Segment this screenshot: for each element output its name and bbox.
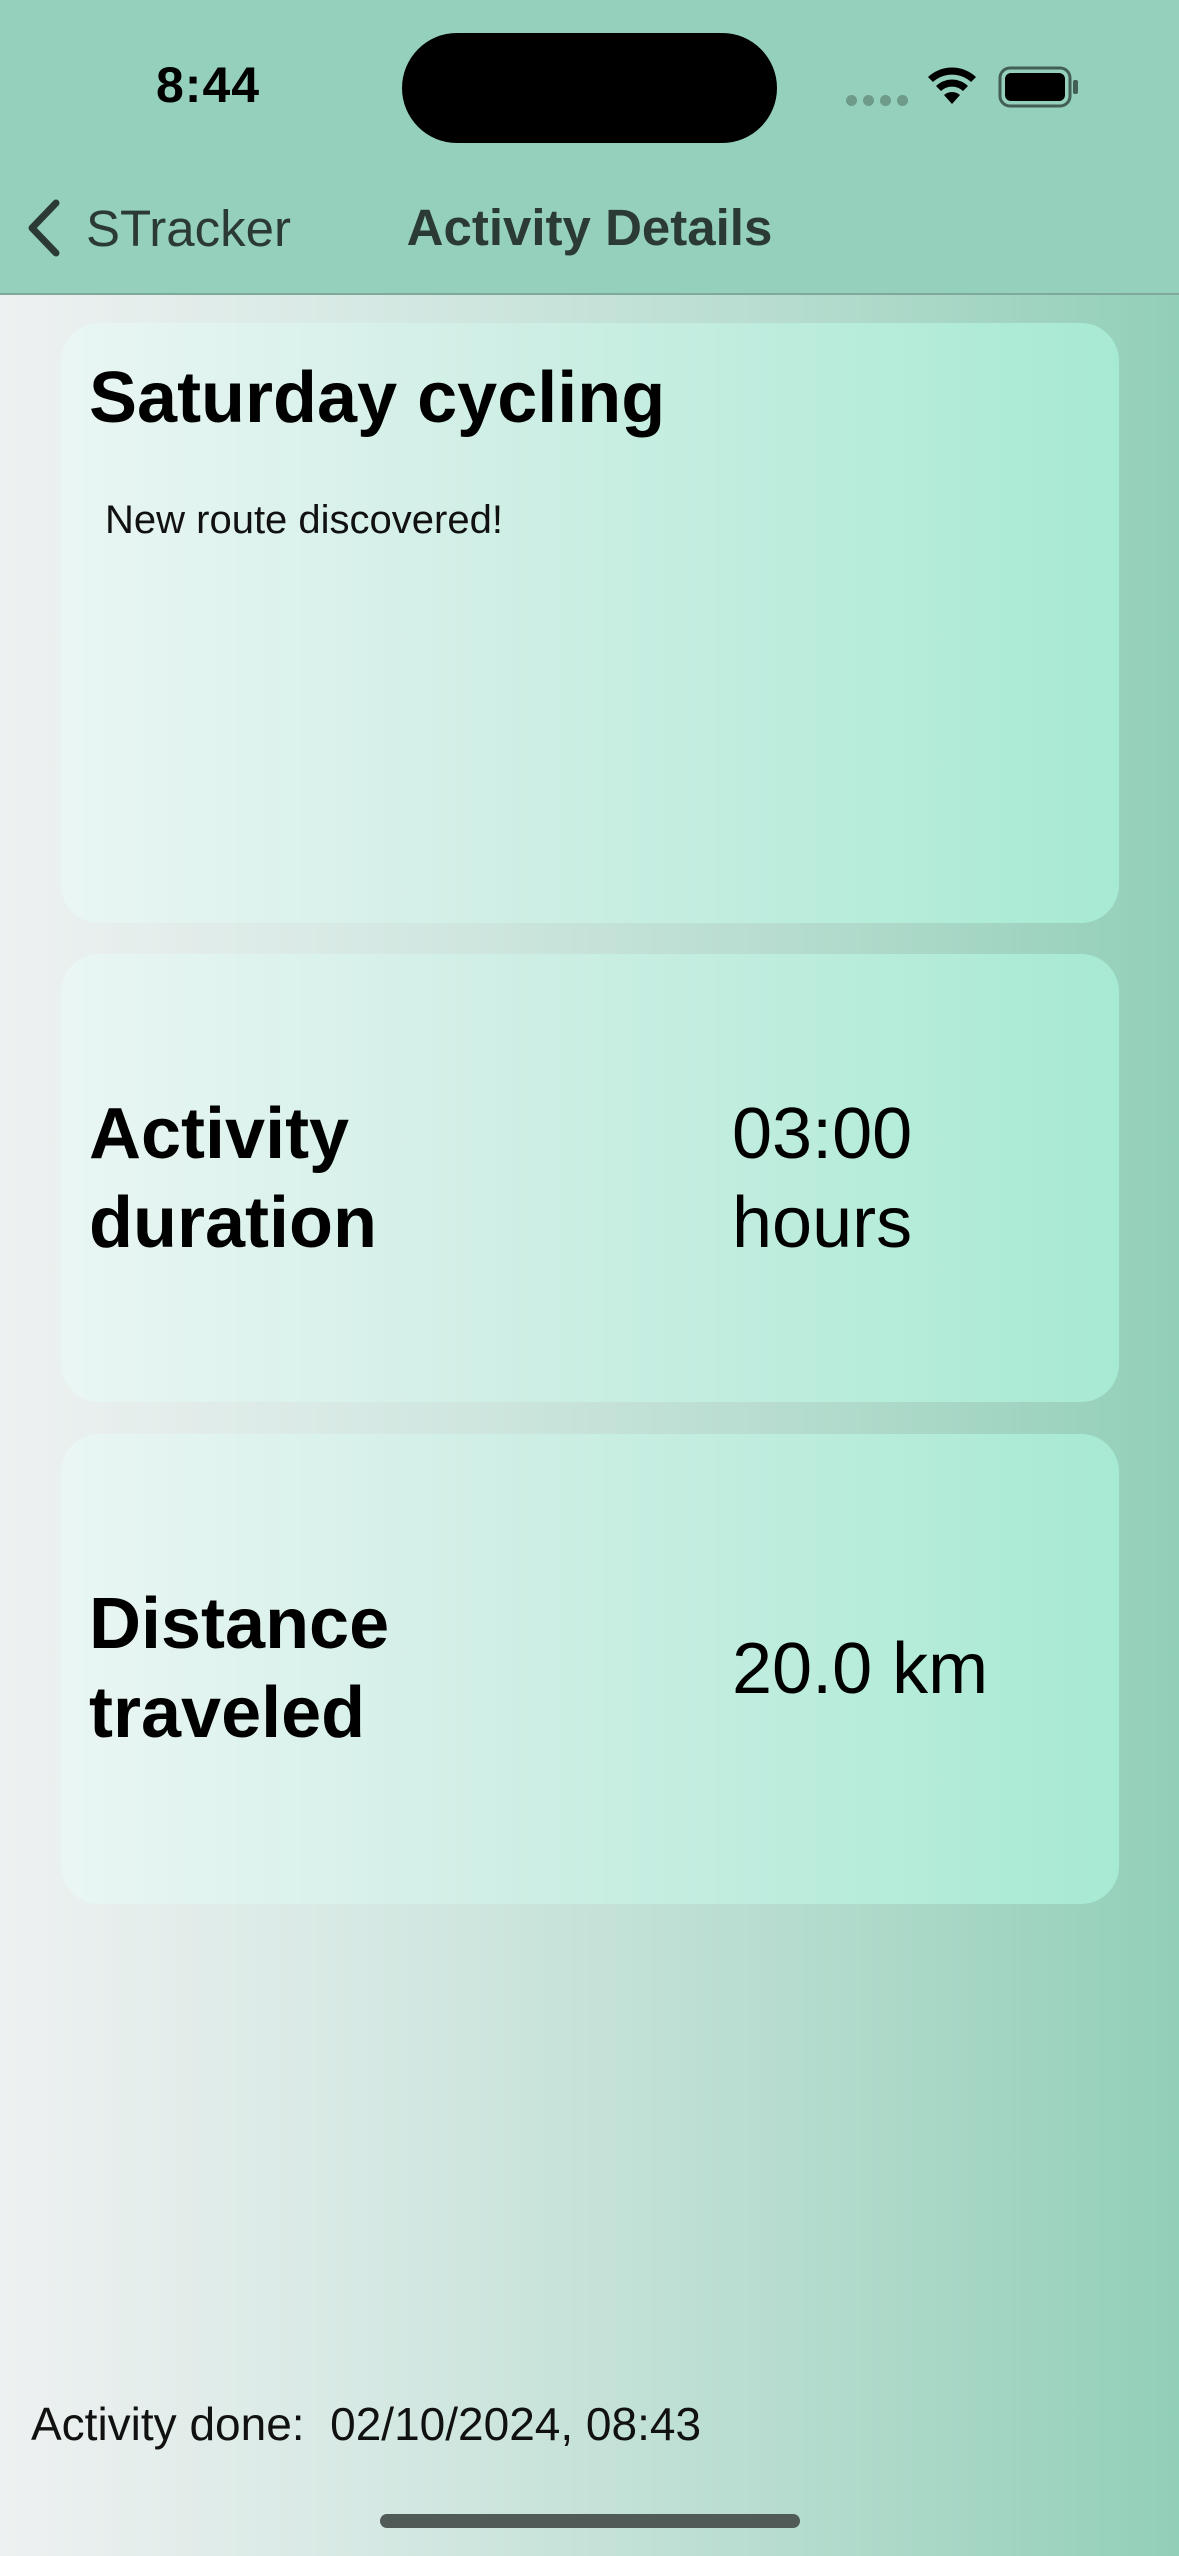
navigation-bar: 8:44 STracker Activity Details — [0, 0, 1179, 295]
duration-label-line2: duration — [89, 1183, 377, 1263]
activity-title: Saturday cycling — [89, 358, 666, 438]
status-time: 8:44 — [156, 57, 261, 113]
activity-notes: New route discovered! — [105, 498, 503, 542]
dynamic-island — [402, 33, 777, 143]
battery-icon — [998, 66, 1078, 108]
distance-label-line2: traveled — [89, 1673, 366, 1753]
activity-done-label: Activity done: — [31, 2398, 305, 2450]
duration-value-line1: 03:00 — [732, 1094, 913, 1174]
distance-value: 20.0 km — [732, 1629, 989, 1709]
activity-done-datetime: 02/10/2024, 08:43 — [330, 2398, 702, 2450]
wifi-icon — [928, 67, 976, 104]
activity-done-footer: Activity done: 02/10/2024, 08:43 — [31, 2397, 701, 2451]
home-indicator[interactable] — [380, 2514, 800, 2528]
duration-label-line1: Activity — [89, 1094, 350, 1174]
distance-label-line1: Distance — [89, 1584, 390, 1664]
duration-value-line2: hours — [732, 1183, 913, 1263]
duration-label: Activity duration — [89, 1090, 649, 1268]
duration-value: 03:00 hours — [732, 1090, 1092, 1268]
page-title: Activity Details — [406, 199, 773, 256]
distance-label: Distance traveled — [89, 1580, 649, 1758]
cellular-signal-icon — [846, 95, 908, 106]
